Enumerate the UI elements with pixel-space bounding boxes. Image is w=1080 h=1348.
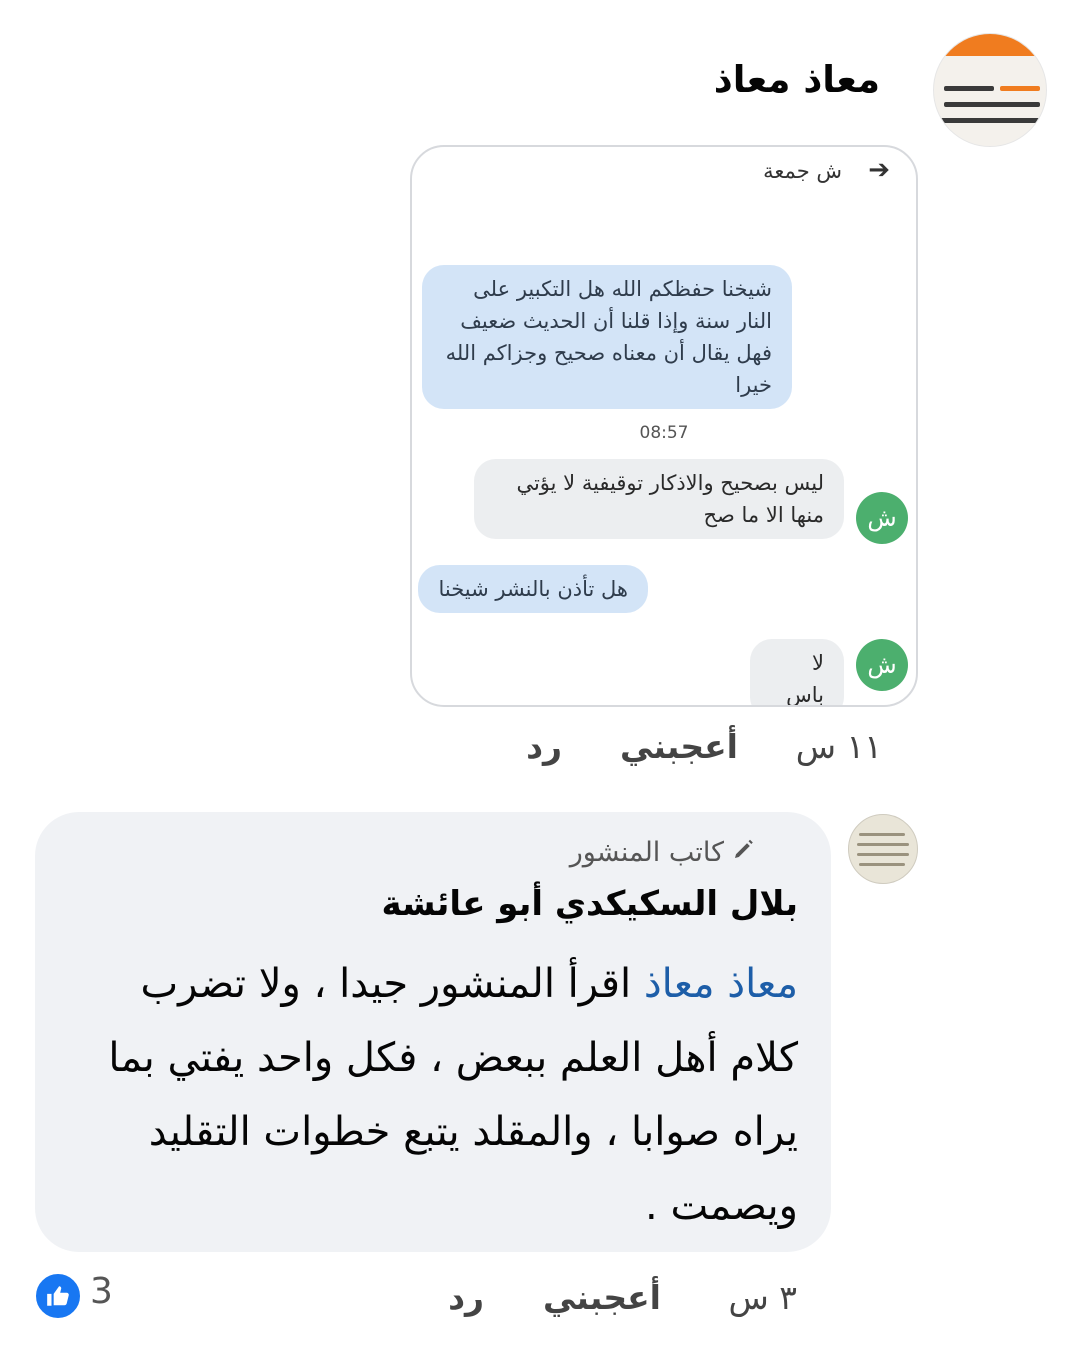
chat-message-text: شيخنا حفظكم الله هل التكبير على النار سن… xyxy=(445,277,772,397)
author-badge: كاتب المنشور xyxy=(570,837,756,868)
arrow-right-icon: ➔ xyxy=(868,155,890,185)
mention-link[interactable]: معاذ معاذ xyxy=(644,961,798,1007)
reply-text: معاذ معاذ اقرأ المنشور جيدا ، ولا تضرب ك… xyxy=(68,947,798,1243)
chat-avatar: ش xyxy=(856,639,908,691)
chat-message: ليس بصحيح والاذكار توقيفية لا يؤتي منها … xyxy=(474,459,844,539)
reply-author-avatar[interactable] xyxy=(848,814,918,884)
like-button[interactable]: أعجبني xyxy=(620,727,738,766)
chat-screenshot[interactable]: ➔ ش جمعة شيخنا حفظكم الله هل التكبير على… xyxy=(410,145,918,707)
reply-reply-button[interactable]: رد xyxy=(448,1278,484,1317)
chat-avatar: ش xyxy=(856,492,908,544)
chat-message-text: هل تأذن بالنشر شيخنا xyxy=(438,577,628,601)
chat-message-text: ليس بصحيح والاذكار توقيفية لا يؤتي منها … xyxy=(516,471,824,527)
chat-message: لا باس xyxy=(750,639,844,707)
commenter-avatar[interactable] xyxy=(933,33,1047,147)
chat-message: هل تأذن بالنشر شيخنا xyxy=(418,565,648,613)
pencil-icon xyxy=(732,837,756,868)
reply-time[interactable]: ٣ س xyxy=(728,1278,797,1317)
commenter-name[interactable]: معاذ معاذ xyxy=(714,58,880,101)
reply-author-name[interactable]: بلال السكيكدي أبو عائشة xyxy=(381,884,798,924)
thumbs-up-icon[interactable] xyxy=(34,1272,82,1320)
chat-message: شيخنا حفظكم الله هل التكبير على النار سن… xyxy=(422,265,792,409)
reply-button[interactable]: رد xyxy=(526,727,562,766)
reply-bubble: كاتب المنشور بلال السكيكدي أبو عائشة معا… xyxy=(35,812,831,1252)
author-badge-label: كاتب المنشور xyxy=(569,837,724,868)
reaction-count[interactable]: 3 xyxy=(90,1271,113,1312)
chat-message-text: لا باس xyxy=(786,651,824,707)
chat-header-title: ش جمعة xyxy=(763,159,842,183)
comment-time[interactable]: ١١ س xyxy=(796,727,882,766)
reply-like-button[interactable]: أعجبني xyxy=(543,1278,661,1317)
chat-timestamp: 08:57 xyxy=(639,423,689,443)
